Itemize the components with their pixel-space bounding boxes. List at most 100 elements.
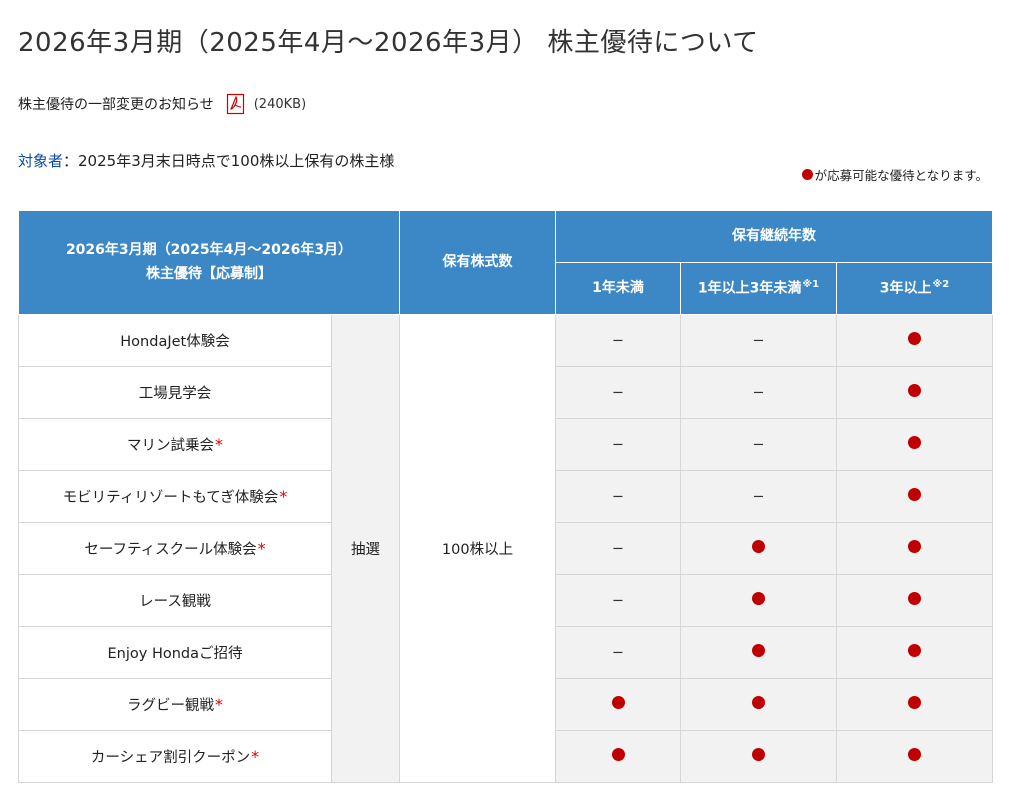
header-benefit-type: 株主優待【応募制】 (146, 265, 272, 282)
benefit-name: ラグビー観戦* (18, 678, 332, 731)
table-body: HondaJet体験会 抽選 100株以上 − − 工場見学会 − − マリン試乗会* − − モビリ… (18, 314, 993, 783)
availability-cell (836, 730, 993, 783)
asterisk-mark: * (215, 695, 223, 714)
availability-cell (680, 522, 837, 575)
benefit-name-text: HondaJet体験会 (120, 334, 230, 350)
available-dot-icon (908, 592, 921, 605)
availability-cell: − (555, 366, 681, 419)
header-period: 2026年3月期（2025年4月〜2026年3月） (65, 241, 353, 258)
availability-cell (836, 314, 993, 367)
available-dot-icon (752, 696, 765, 709)
benefit-name: HondaJet体験会 (18, 314, 332, 367)
legend: が応募可能な優待となります。 (801, 165, 988, 184)
header-col1: 1年未満 (555, 262, 681, 315)
benefit-name-text: カーシェア割引クーポン (90, 750, 251, 766)
asterisk-mark: * (215, 435, 223, 454)
availability-cell: − (555, 626, 681, 679)
notice-link[interactable]: 株主優待の一部変更のお知らせ (18, 94, 214, 114)
availability-cell: − (680, 418, 837, 471)
availability-cell: − (680, 314, 837, 367)
benefit-name-text: 工場見学会 (138, 386, 212, 402)
availability-cell: − (555, 470, 681, 523)
header-benefit: 2026年3月期（2025年4月〜2026年3月） 株主優待【応募制】 (18, 210, 400, 315)
benefit-name-text: ラグビー観戦 (127, 698, 214, 714)
not-available-dash: − (611, 488, 625, 505)
benefit-name: マリン試乗会* (18, 418, 332, 471)
header-years: 保有継続年数 (555, 210, 993, 263)
available-dot-icon (908, 748, 921, 761)
notice-row: 株主優待の一部変更のお知らせ (240KB) (18, 93, 306, 115)
header-shares: 保有株式数 (399, 210, 556, 315)
availability-cell: − (680, 366, 837, 419)
availability-cell (836, 574, 993, 627)
benefit-name: Enjoy Hondaご招待 (18, 626, 332, 679)
header-col2: 1年以上3年未満※1 (680, 262, 837, 315)
availability-cell: − (555, 314, 681, 367)
available-dot-icon (908, 696, 921, 709)
available-dot-icon (752, 644, 765, 657)
availability-cell (680, 626, 837, 679)
header-col3-note: ※2 (932, 278, 950, 290)
availability-cell: − (555, 574, 681, 627)
available-dot-icon (908, 488, 921, 501)
benefit-name: セーフティスクール体験会* (18, 522, 332, 575)
asterisk-mark: * (257, 539, 266, 558)
target-label: 対象者 (18, 152, 64, 170)
not-available-dash: − (611, 332, 625, 349)
not-available-dash: − (752, 332, 765, 349)
availability-cell (836, 418, 993, 471)
benefit-name-text: Enjoy Hondaご招待 (107, 646, 243, 662)
available-dot-icon (908, 332, 921, 345)
not-available-dash: − (611, 592, 625, 609)
availability-cell (836, 522, 993, 575)
availability-cell (555, 678, 681, 731)
page-title: 2026年3月期（2025年4月〜2026年3月） 株主優待について (18, 28, 759, 58)
target-text: ：2025年3月末日時点で100株以上保有の株主様 (63, 152, 395, 170)
available-dot-icon (908, 644, 921, 657)
shares-cell: 100株以上 (399, 314, 556, 783)
asterisk-mark: * (251, 747, 260, 766)
available-dot-icon (752, 540, 765, 553)
not-available-dash: − (752, 384, 765, 401)
benefit-name: レース観戦 (18, 574, 332, 627)
available-dot-icon (611, 696, 625, 709)
header-col2-label: 1年以上3年未満 (697, 280, 802, 297)
availability-cell (836, 626, 993, 679)
pdf-icon[interactable] (226, 93, 246, 115)
asterisk-mark: * (279, 487, 288, 506)
not-available-dash: − (611, 644, 625, 661)
available-dot-icon (611, 748, 625, 761)
benefits-table: 2026年3月期（2025年4月〜2026年3月） 株主優待【応募制】 保有株式… (18, 210, 993, 783)
method-cell: 抽選 (331, 314, 400, 783)
header-col2-note: ※1 (802, 278, 820, 290)
available-dot-icon (908, 384, 921, 397)
header-col3: 3年以上※2 (836, 262, 993, 315)
not-available-dash: − (752, 436, 765, 453)
benefit-name-text: マリン試乗会 (127, 438, 214, 454)
availability-cell (836, 470, 993, 523)
header-col3-label: 3年以上 (879, 280, 932, 297)
not-available-dash: − (752, 488, 765, 505)
availability-cell (555, 730, 681, 783)
not-available-dash: − (611, 384, 625, 401)
availability-cell: − (555, 418, 681, 471)
benefit-name: カーシェア割引クーポン* (18, 730, 332, 783)
benefit-name: モビリティリゾートもてぎ体験会* (18, 470, 332, 523)
availability-cell (680, 678, 837, 731)
file-size: (240KB) (253, 96, 307, 112)
table-row: HondaJet体験会 抽選 100株以上 − − (18, 314, 993, 783)
available-dot-icon (908, 540, 921, 553)
legend-text: が応募可能な優待となります。 (814, 168, 988, 183)
benefit-name-text: セーフティスクール体験会 (84, 542, 257, 558)
availability-cell: − (680, 470, 837, 523)
benefit-name-text: レース観戦 (139, 594, 211, 610)
availability-cell (680, 730, 837, 783)
available-dot-icon (801, 169, 813, 180)
availability-cell (680, 574, 837, 627)
target-line: 対象者：2025年3月末日時点で100株以上保有の株主様 (18, 150, 394, 171)
not-available-dash: − (611, 540, 625, 557)
available-dot-icon (752, 592, 765, 605)
page: 2026年3月期（2025年4月〜2026年3月） 株主優待について 株主優待の… (0, 0, 1018, 800)
available-dot-icon (908, 436, 921, 449)
availability-cell (836, 366, 993, 419)
